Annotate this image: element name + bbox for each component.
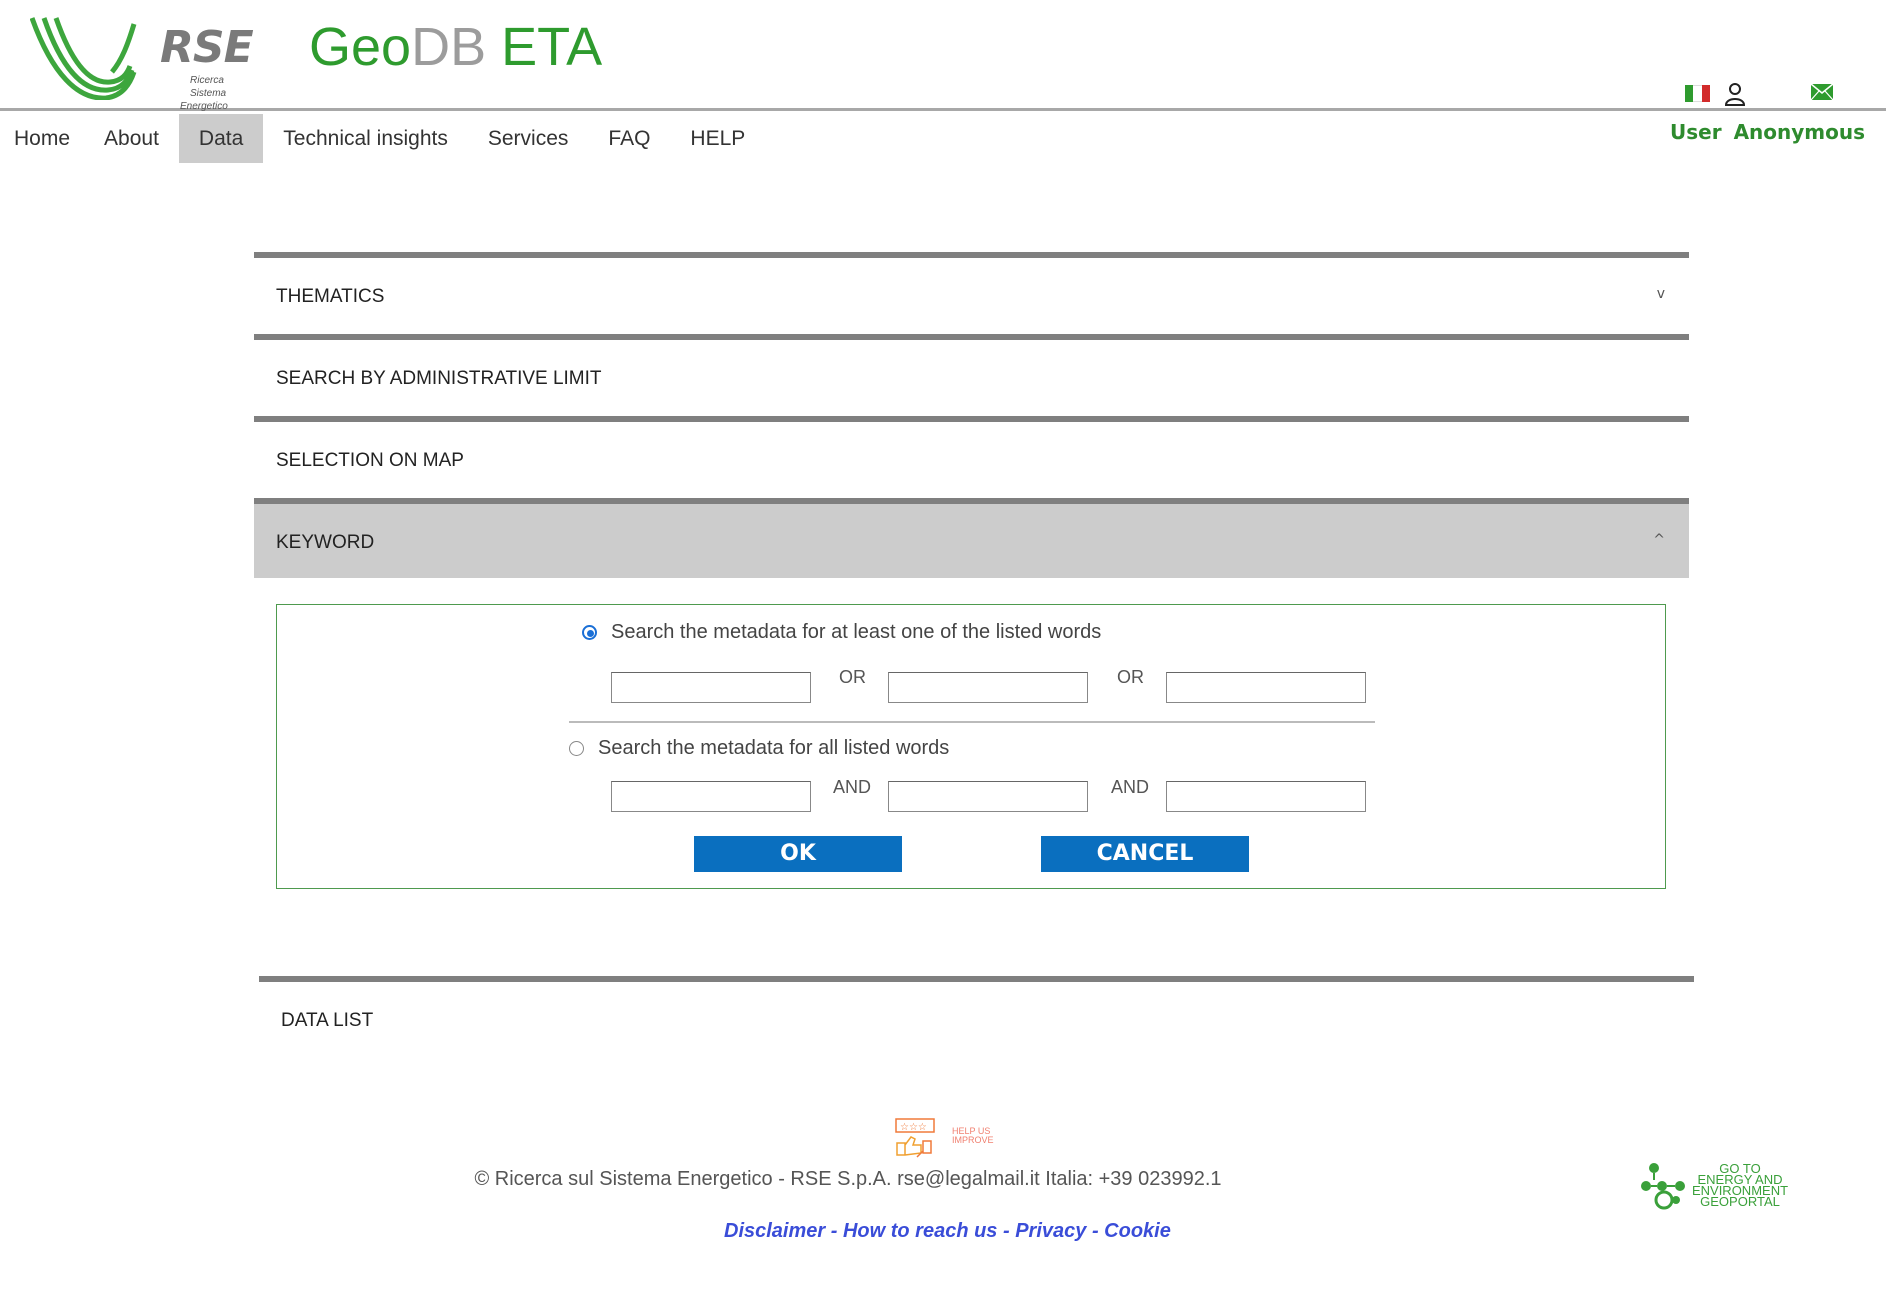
option-any-label: Search the metadata for at least one of … (611, 621, 1102, 643)
user-label: User (1670, 120, 1722, 144)
flag-italy-icon[interactable] (1685, 85, 1710, 102)
geoportal-link[interactable]: Go to ENERGY AND ENVIRONMENT GEOPORTAL (1690, 1162, 1790, 1209)
option-any-row[interactable]: Search the metadata for at least one of … (582, 621, 1101, 644)
and-operator-2: AND (1111, 777, 1150, 797)
radio-any-words[interactable] (582, 625, 597, 640)
site-header: RSE Ricerca Sistema Energetico GeoDB ETA (0, 0, 1886, 112)
any-word-input-1[interactable] (611, 672, 811, 703)
any-word-input-3[interactable] (1166, 672, 1366, 703)
how-to-reach-us-link[interactable]: How to reach us (843, 1220, 997, 1242)
accordion-keyword[interactable]: KEYWORD ^ (254, 498, 1689, 578)
option-all-label: Search the metadata for all listed words (598, 737, 950, 759)
any-word-input-2[interactable] (888, 672, 1088, 703)
mail-icon[interactable] (1811, 84, 1833, 100)
all-word-input-3[interactable] (1166, 781, 1366, 812)
radio-all-words[interactable] (569, 741, 584, 756)
chevron-down-icon[interactable]: v (1657, 286, 1665, 302)
logo-subtitle: Ricerca Sistema Energetico (180, 74, 228, 113)
link-separator: - (997, 1220, 1016, 1242)
option-all-row[interactable]: Search the metadata for all listed words (569, 737, 949, 760)
link-separator: - (825, 1220, 843, 1242)
accordion-thematics[interactable]: THEMATICS v (254, 252, 1689, 334)
nav-home[interactable]: Home (0, 114, 84, 163)
cookie-link[interactable]: Cookie (1104, 1220, 1171, 1242)
selection-on-map-label: SELECTION ON MAP (276, 450, 464, 471)
data-list-label: DATA LIST (281, 1010, 374, 1031)
logo-sub-line-1: Ricerca (190, 75, 224, 86)
cancel-button[interactable]: CANCEL (1041, 836, 1249, 872)
link-separator: - (1086, 1220, 1105, 1242)
improve-line: IMPROVE (952, 1135, 994, 1145)
accordion-data-list[interactable]: DATA LIST (259, 976, 1694, 1056)
app-title: GeoDB ETA (309, 16, 602, 78)
copyright-line: © Ricerca sul Sistema Energetico - RSE S… (474, 1168, 1222, 1190)
and-operator-1: AND (833, 777, 872, 797)
keyword-search-panel: Search the metadata for at least one of … (276, 604, 1666, 889)
nav-faq[interactable]: FAQ (588, 114, 670, 163)
svg-text:☆☆☆: ☆☆☆ (900, 1122, 927, 1133)
or-operator-1: OR (839, 667, 866, 687)
rse-logo[interactable]: RSE Ricerca Sistema Energetico (29, 14, 254, 112)
nav-technical-insights[interactable]: Technical insights (263, 114, 468, 163)
or-operator-2: OR (1117, 667, 1144, 687)
copyright-text: © Ricerca sul Sistema Energetico - RSE S… (0, 1168, 1886, 1191)
user-name: Anonymous (1733, 120, 1866, 144)
app-title-db: DB (411, 17, 487, 77)
geoportal-line-4: GEOPORTAL (1700, 1194, 1780, 1209)
user-icon[interactable] (1724, 82, 1746, 106)
all-word-input-1[interactable] (611, 781, 811, 812)
privacy-link[interactable]: Privacy (1015, 1220, 1086, 1242)
all-word-input-2[interactable] (888, 781, 1088, 812)
thematics-label: THEMATICS (276, 286, 385, 307)
accordion-admin-limit[interactable]: SEARCH BY ADMINISTRATIVE LIMIT (254, 334, 1689, 416)
user-status: User Anonymous (1670, 120, 1865, 144)
main-nav: Home About Data Technical insights Servi… (0, 114, 765, 163)
nav-help[interactable]: HELP (670, 114, 765, 163)
ok-button[interactable]: OK (694, 836, 902, 872)
footer-links: Disclaimer - How to reach us - Privacy -… (724, 1220, 1171, 1243)
chevron-up-icon[interactable]: ^ (1653, 532, 1665, 548)
rse-swoosh-icon (29, 17, 137, 101)
disclaimer-link[interactable]: Disclaimer (724, 1220, 825, 1242)
help-us-improve-text[interactable]: HELP US IMPROVE (952, 1127, 994, 1145)
nav-data[interactable]: Data (178, 114, 264, 163)
logo-text: RSE (160, 22, 254, 73)
logo-sub-line-3: Energetico (180, 101, 228, 112)
admin-limit-label: SEARCH BY ADMINISTRATIVE LIMIT (276, 368, 602, 389)
logo-sub-line-2: Sistema (190, 88, 227, 99)
app-title-eta: ETA (501, 17, 603, 77)
nav-about[interactable]: About (84, 114, 179, 163)
nav-services[interactable]: Services (468, 114, 589, 163)
keyword-label: KEYWORD (276, 532, 375, 553)
option-divider (569, 721, 1375, 723)
accordion-selection-on-map[interactable]: SELECTION ON MAP (254, 416, 1689, 498)
app-title-geo: Geo (309, 17, 412, 77)
